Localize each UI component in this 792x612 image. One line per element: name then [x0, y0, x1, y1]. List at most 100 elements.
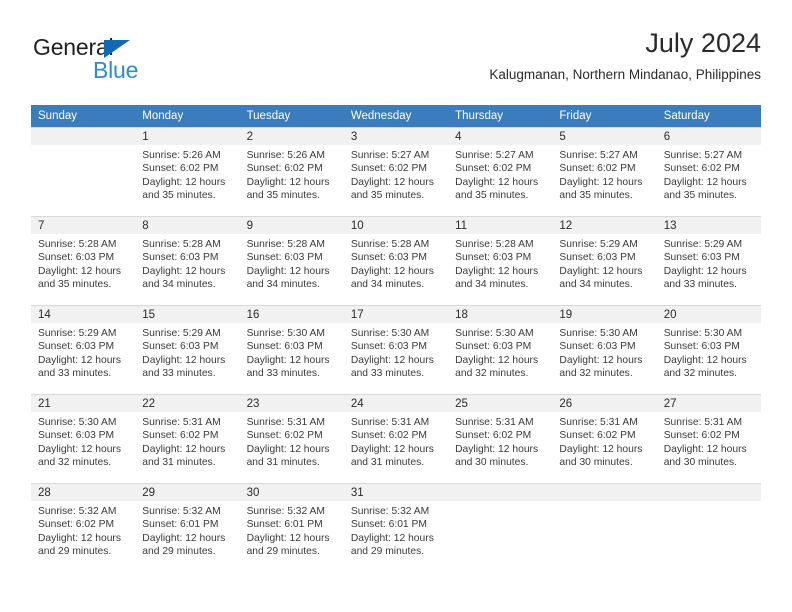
- weekday-header-friday: Friday: [552, 105, 657, 127]
- calendar-day-cell[interactable]: 30 Sunrise: 5:32 AM Sunset: 6:01 PM Dayligh…: [239, 483, 344, 572]
- day-detail-line: Sunset: 6:02 PM: [663, 430, 740, 442]
- day-cell-content: 19 Sunrise: 5:30 AM Sunset: 6:03 PM Dayligh…: [552, 305, 657, 394]
- day-detail-line: Sunrise: 5:28 AM: [350, 239, 430, 250]
- calendar-day-cell[interactable]: 3 Sunrise: 5:27 AM Sunset: 6:02 PM Daylight…: [343, 127, 449, 216]
- day-detail-line: Sunset: 6:03 PM: [246, 252, 323, 264]
- calendar-day-cell[interactable]: 12 Sunrise: 5:29 AM Sunset: 6:03 PM Dayligh…: [552, 216, 657, 305]
- day-detail: Sunrise: 5:28 AM Sunset: 6:03 PM Daylight:…: [240, 234, 344, 292]
- day-number: 17: [343, 306, 449, 323]
- day-number: 23: [239, 395, 344, 412]
- calendar-day-cell: [656, 483, 761, 572]
- day-detail: Sunrise: 5:31 AM Sunset: 6:02 PM Daylight:…: [344, 412, 448, 470]
- calendar-day-cell[interactable]: 28 Sunrise: 5:32 AM Sunset: 6:02 PM Dayligh…: [31, 483, 136, 572]
- day-detail-line: Daylight: 12 hours: [38, 532, 121, 544]
- day-detail-line: Sunrise: 5:32 AM: [38, 506, 117, 517]
- calendar-day-cell[interactable]: 17 Sunrise: 5:30 AM Sunset: 6:03 PM Dayligh…: [343, 305, 449, 394]
- calendar-day-cell[interactable]: 29 Sunrise: 5:32 AM Sunset: 6:01 PM Dayligh…: [135, 483, 240, 572]
- day-detail-line: Daylight: 12 hours: [38, 354, 121, 366]
- weekday-header-thursday: Thursday: [448, 105, 553, 127]
- calendar-day-cell[interactable]: 4 Sunrise: 5:27 AM Sunset: 6:02 PM Daylight…: [448, 127, 553, 216]
- calendar-day-cell[interactable]: 6 Sunrise: 5:27 AM Sunset: 6:02 PM Daylight…: [656, 127, 761, 216]
- day-detail-line: Sunrise: 5:29 AM: [38, 328, 117, 339]
- calendar-day-cell[interactable]: 13 Sunrise: 5:29 AM Sunset: 6:03 PM Dayligh…: [656, 216, 761, 305]
- day-detail: Sunrise: 5:30 AM Sunset: 6:03 PM Daylight:…: [344, 323, 448, 381]
- day-detail-line: Sunrise: 5:28 AM: [142, 239, 221, 250]
- calendar-week-row: 21 Sunrise: 5:30 AM Sunset: 6:03 PM Dayligh…: [31, 394, 761, 483]
- day-detail: Sunrise: 5:31 AM Sunset: 6:02 PM Daylight:…: [552, 412, 656, 470]
- day-detail: Sunrise: 5:26 AM Sunset: 6:02 PM Daylight:…: [240, 145, 344, 203]
- calendar-day-cell: [448, 483, 553, 572]
- weekday-header-monday: Monday: [135, 105, 240, 127]
- day-detail-line: and 30 minutes.: [663, 457, 737, 469]
- calendar-day-cell[interactable]: 14 Sunrise: 5:29 AM Sunset: 6:03 PM Dayligh…: [31, 305, 136, 394]
- calendar-day-cell[interactable]: 10 Sunrise: 5:28 AM Sunset: 6:03 PM Dayligh…: [343, 216, 449, 305]
- day-detail: Sunrise: 5:29 AM Sunset: 6:03 PM Daylight:…: [657, 234, 761, 292]
- day-detail-line: Daylight: 12 hours: [663, 265, 747, 277]
- calendar-day-cell[interactable]: 26 Sunrise: 5:31 AM Sunset: 6:02 PM Dayligh…: [552, 394, 657, 483]
- day-detail: Sunrise: 5:26 AM Sunset: 6:02 PM Daylight:…: [135, 145, 239, 203]
- day-detail-line: Sunrise: 5:30 AM: [350, 328, 430, 339]
- general-blue-logo[interactable]: General Blue: [33, 34, 213, 90]
- day-detail-line: and 35 minutes.: [246, 190, 320, 202]
- day-detail-line: Sunset: 6:03 PM: [559, 252, 636, 264]
- weekday-header-saturday: Saturday: [656, 105, 761, 127]
- day-detail-line: Sunset: 6:03 PM: [350, 341, 427, 353]
- day-detail-line: Sunrise: 5:28 AM: [38, 239, 117, 250]
- calendar-day-cell[interactable]: 2 Sunrise: 5:26 AM Sunset: 6:02 PM Daylight…: [239, 127, 344, 216]
- day-detail: Sunrise: 5:31 AM Sunset: 6:02 PM Daylight:…: [657, 412, 761, 470]
- calendar-day-cell[interactable]: 23 Sunrise: 5:31 AM Sunset: 6:02 PM Dayligh…: [239, 394, 344, 483]
- calendar-day-cell[interactable]: 11 Sunrise: 5:28 AM Sunset: 6:03 PM Dayligh…: [448, 216, 553, 305]
- day-detail-line: and 33 minutes.: [350, 368, 425, 380]
- day-detail-line: Sunset: 6:03 PM: [38, 252, 115, 264]
- calendar-day-cell[interactable]: 1 Sunrise: 5:26 AM Sunset: 6:02 PM Daylight…: [135, 127, 240, 216]
- calendar-day-cell[interactable]: 27 Sunrise: 5:31 AM Sunset: 6:02 PM Dayligh…: [656, 394, 761, 483]
- day-number: 31: [343, 484, 449, 501]
- day-detail: Sunrise: 5:31 AM Sunset: 6:02 PM Daylight:…: [135, 412, 239, 470]
- calendar-day-cell[interactable]: 21 Sunrise: 5:30 AM Sunset: 6:03 PM Dayligh…: [31, 394, 136, 483]
- calendar-day-cell[interactable]: 15 Sunrise: 5:29 AM Sunset: 6:03 PM Dayligh…: [135, 305, 240, 394]
- day-detail: Sunrise: 5:30 AM Sunset: 6:03 PM Daylight:…: [448, 323, 552, 381]
- day-number: [448, 484, 553, 501]
- calendar-day-cell[interactable]: 25 Sunrise: 5:31 AM Sunset: 6:02 PM Dayligh…: [448, 394, 553, 483]
- day-detail-line: and 33 minutes.: [142, 368, 216, 380]
- day-cell-content: 15 Sunrise: 5:29 AM Sunset: 6:03 PM Dayligh…: [135, 305, 240, 394]
- calendar-day-cell[interactable]: 18 Sunrise: 5:30 AM Sunset: 6:03 PM Dayligh…: [448, 305, 553, 394]
- calendar-day-cell[interactable]: 7 Sunrise: 5:28 AM Sunset: 6:03 PM Daylight…: [31, 216, 136, 305]
- day-number: 3: [343, 128, 449, 145]
- day-cell-empty: [448, 483, 553, 572]
- day-detail-line: Daylight: 12 hours: [663, 176, 747, 188]
- day-detail-line: Daylight: 12 hours: [559, 176, 643, 188]
- day-number: [31, 128, 136, 145]
- day-detail-line: Daylight: 12 hours: [455, 443, 539, 455]
- calendar-day-cell[interactable]: 20 Sunrise: 5:30 AM Sunset: 6:03 PM Dayligh…: [656, 305, 761, 394]
- calendar-day-cell[interactable]: 31 Sunrise: 5:32 AM Sunset: 6:01 PM Dayligh…: [343, 483, 449, 572]
- day-number: 29: [135, 484, 240, 501]
- calendar-day-cell[interactable]: 5 Sunrise: 5:27 AM Sunset: 6:02 PM Daylight…: [552, 127, 657, 216]
- calendar-day-cell[interactable]: 16 Sunrise: 5:30 AM Sunset: 6:03 PM Dayligh…: [239, 305, 344, 394]
- calendar-week-row: 7 Sunrise: 5:28 AM Sunset: 6:03 PM Daylight…: [31, 216, 761, 305]
- day-detail-line: Sunrise: 5:30 AM: [455, 328, 534, 339]
- day-detail-line: Sunset: 6:02 PM: [455, 163, 532, 175]
- day-detail-line: Sunrise: 5:30 AM: [246, 328, 325, 339]
- day-number: 2: [239, 128, 344, 145]
- calendar-day-cell[interactable]: 19 Sunrise: 5:30 AM Sunset: 6:03 PM Dayligh…: [552, 305, 657, 394]
- calendar-day-cell[interactable]: 24 Sunrise: 5:31 AM Sunset: 6:02 PM Dayligh…: [343, 394, 449, 483]
- day-detail-line: and 35 minutes.: [663, 190, 737, 202]
- day-detail-line: Sunrise: 5:28 AM: [455, 239, 534, 250]
- day-detail-line: Sunrise: 5:30 AM: [663, 328, 743, 339]
- calendar-header-row: Sunday Monday Tuesday Wednesday Thursday…: [31, 105, 761, 127]
- day-detail-line: Daylight: 12 hours: [455, 354, 539, 366]
- day-detail-line: and 34 minutes.: [246, 279, 320, 291]
- calendar-day-cell[interactable]: 9 Sunrise: 5:28 AM Sunset: 6:03 PM Daylight…: [239, 216, 344, 305]
- day-detail-line: Sunset: 6:02 PM: [663, 163, 740, 175]
- day-detail-line: Sunset: 6:02 PM: [38, 519, 115, 531]
- day-cell-content: 4 Sunrise: 5:27 AM Sunset: 6:02 PM Daylight…: [448, 127, 553, 216]
- day-cell-content: 26 Sunrise: 5:31 AM Sunset: 6:02 PM Dayligh…: [552, 394, 657, 483]
- day-detail-line: and 34 minutes.: [142, 279, 216, 291]
- day-detail-line: Sunset: 6:03 PM: [142, 252, 219, 264]
- calendar-day-cell[interactable]: 8 Sunrise: 5:28 AM Sunset: 6:03 PM Daylight…: [135, 216, 240, 305]
- calendar-week-row: 28 Sunrise: 5:32 AM Sunset: 6:02 PM Dayligh…: [31, 483, 761, 572]
- day-detail-line: and 35 minutes.: [142, 190, 216, 202]
- day-detail-line: Sunrise: 5:31 AM: [663, 417, 743, 428]
- calendar-day-cell[interactable]: 22 Sunrise: 5:31 AM Sunset: 6:02 PM Dayligh…: [135, 394, 240, 483]
